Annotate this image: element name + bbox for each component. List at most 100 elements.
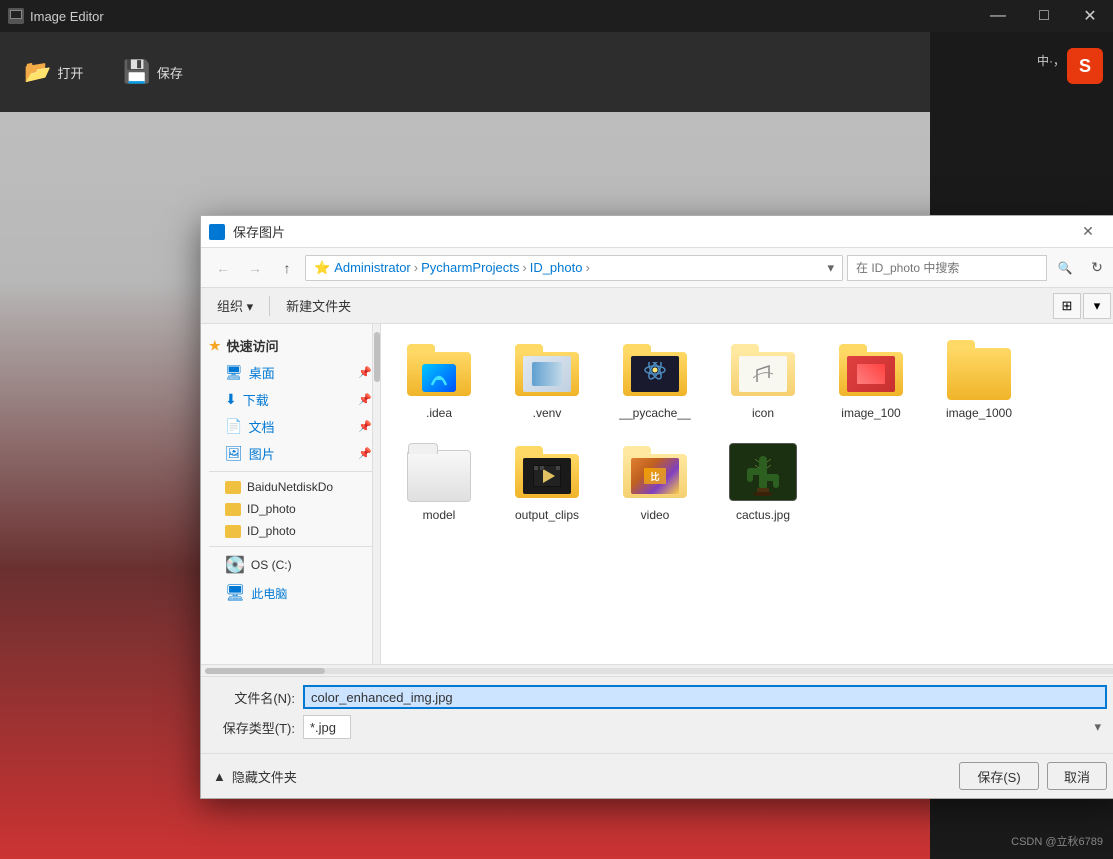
pin-icon-downloads: 📌: [358, 393, 372, 406]
model-label: model: [423, 508, 456, 522]
quick-access-header: ★ 快速访问: [201, 332, 380, 359]
dialog-form: 文件名(N): 保存类型(T): *.jpg *.png *.bmp: [201, 676, 1113, 753]
idea-folder-icon: [403, 338, 475, 402]
sidebar-item-downloads[interactable]: ⬇ 下载 📌: [201, 386, 380, 413]
file-item-cactus[interactable]: cactus.jpg: [713, 434, 813, 528]
dialog-cancel-button[interactable]: 取消: [1047, 762, 1107, 790]
app-icon: [8, 8, 24, 24]
sidebar-divider-2: [209, 546, 372, 547]
sidebar-item-osdrive[interactable]: 💽 OS (C:): [201, 551, 380, 579]
drive-icon: 💽: [225, 555, 245, 575]
window-controls: — □ ✕: [975, 0, 1113, 32]
horizontal-scrollbar[interactable]: [201, 664, 1113, 676]
nav-up-button[interactable]: ↑: [273, 254, 301, 282]
scrollbar-thumb-h[interactable]: [205, 668, 325, 674]
filetype-label: 保存类型(T):: [213, 718, 303, 737]
new-folder-label: 新建文件夹: [286, 296, 351, 315]
csdn-logo: S: [1067, 48, 1103, 84]
image100-label: image_100: [841, 406, 900, 420]
search-input[interactable]: [847, 255, 1047, 281]
nav-forward-button[interactable]: →: [241, 254, 269, 282]
filename-input[interactable]: [303, 685, 1107, 709]
pycache-label: __pycache__: [619, 406, 690, 420]
file-item-model[interactable]: model: [389, 434, 489, 528]
breadcrumb[interactable]: ⭐ Administrator › PycharmProjects › ID_p…: [305, 255, 843, 281]
scrollbar-track: [372, 324, 380, 664]
pictures-icon: 🖼: [225, 445, 243, 462]
toolbar-separator: [269, 296, 270, 316]
breadcrumb-item-2[interactable]: PycharmProjects: [421, 260, 519, 275]
pin-icon-desktop: 📌: [358, 366, 372, 379]
save-dialog: 保存图片 ✕ ← → ↑ ⭐ Administrator › PycharmPr…: [200, 215, 1113, 799]
hide-folders-button[interactable]: ▲ 隐藏文件夹: [213, 767, 297, 786]
image1000-folder-icon: [943, 338, 1015, 402]
sidebar-item-baidu[interactable]: BaiduNetdiskDo: [201, 476, 380, 498]
dialog-title: 保存图片: [233, 222, 1065, 241]
save-button[interactable]: 💾 保存: [115, 55, 190, 89]
file-item-icon[interactable]: icon: [713, 332, 813, 426]
sidebar-item-pictures[interactable]: 🖼 图片 📌: [201, 440, 380, 467]
sidebar-item-documents[interactable]: 📄 文档 📌: [201, 413, 380, 440]
icon-folder-icon: [727, 338, 799, 402]
save-icon: 💾: [123, 59, 150, 85]
breadcrumb-dropdown-icon: ▾: [827, 260, 834, 276]
breadcrumb-item-1[interactable]: Administrator: [334, 260, 411, 275]
pycache-folder-icon: [619, 338, 691, 402]
file-item-pycache[interactable]: __pycache__: [605, 332, 705, 426]
organize-button[interactable]: 组织 ▾: [209, 293, 261, 318]
osdrive-label: OS (C:): [251, 558, 292, 572]
csdn-watermark: CSDN @立秋6789: [1011, 833, 1103, 849]
file-item-venv[interactable]: .venv: [497, 332, 597, 426]
venv-folder-icon: [511, 338, 583, 402]
app-title: Image Editor: [30, 9, 104, 24]
maximize-button[interactable]: □: [1021, 0, 1067, 32]
image100-folder-icon: [835, 338, 907, 402]
breadcrumb-item-3[interactable]: ID_photo: [530, 260, 583, 275]
new-folder-button[interactable]: 新建文件夹: [278, 293, 359, 318]
nav-bar-right: 🔍 ↻: [847, 254, 1111, 282]
filename-row: 文件名(N):: [213, 685, 1107, 709]
close-button[interactable]: ✕: [1067, 0, 1113, 32]
file-item-image1000[interactable]: image_1000: [929, 332, 1029, 426]
main-toolbar: 📂 打开 💾 保存: [0, 32, 930, 112]
open-label: 打开: [57, 63, 83, 82]
organize-label: 组织 ▾: [217, 296, 253, 315]
documents-label: 文档: [248, 417, 274, 436]
star-icon: ★: [209, 338, 221, 354]
desktop-icon: 🖥: [225, 364, 243, 381]
folder-idphoto1-icon: [225, 503, 241, 516]
sidebar-item-computer[interactable]: 🖥 此电脑: [201, 579, 380, 607]
file-item-output-clips[interactable]: output_clips: [497, 434, 597, 528]
dialog-close-button[interactable]: ✕: [1065, 216, 1111, 248]
file-item-idea[interactable]: .idea: [389, 332, 489, 426]
computer-label: 此电脑: [251, 585, 287, 602]
open-icon: 📂: [24, 59, 51, 85]
file-item-video[interactable]: 比 video: [605, 434, 705, 528]
view-mode-button[interactable]: ⊞: [1053, 293, 1081, 319]
dialog-save-button[interactable]: 保存(S): [959, 762, 1039, 790]
dialog-body: ★ 快速访问 🖥 桌面 📌 ⬇ 下载 📌 📄 文档 📌 🖼 图片: [201, 324, 1113, 664]
filetype-select[interactable]: *.jpg *.png *.bmp: [303, 715, 351, 739]
dialog-toolbar: 组织 ▾ 新建文件夹 ⊞ ▾: [201, 288, 1113, 324]
scrollbar-thumb[interactable]: [374, 332, 380, 382]
view-dropdown-button[interactable]: ▾: [1083, 293, 1111, 319]
documents-icon: 📄: [225, 418, 242, 435]
sidebar-item-idphoto1[interactable]: ID_photo: [201, 498, 380, 520]
sidebar-item-idphoto2[interactable]: ID_photo: [201, 520, 380, 542]
open-button[interactable]: 📂 打开: [16, 55, 91, 89]
file-item-image100[interactable]: image_100: [821, 332, 921, 426]
idphoto1-label: ID_photo: [247, 502, 296, 516]
refresh-button[interactable]: ↻: [1083, 254, 1111, 282]
venv-label: .venv: [533, 406, 562, 420]
hide-folders-label: 隐藏文件夹: [232, 767, 297, 786]
pin-icon-pictures: 📌: [358, 447, 372, 460]
nav-back-button[interactable]: ←: [209, 254, 237, 282]
dialog-icon: [209, 224, 225, 240]
search-button[interactable]: 🔍: [1051, 254, 1079, 282]
desktop-label: 桌面: [249, 363, 275, 382]
cactus-label: cactus.jpg: [736, 508, 790, 522]
video-folder-icon: 比: [619, 440, 691, 504]
sidebar-item-desktop[interactable]: 🖥 桌面 📌: [201, 359, 380, 386]
model-folder-icon: [403, 440, 475, 504]
minimize-button[interactable]: —: [975, 0, 1021, 32]
